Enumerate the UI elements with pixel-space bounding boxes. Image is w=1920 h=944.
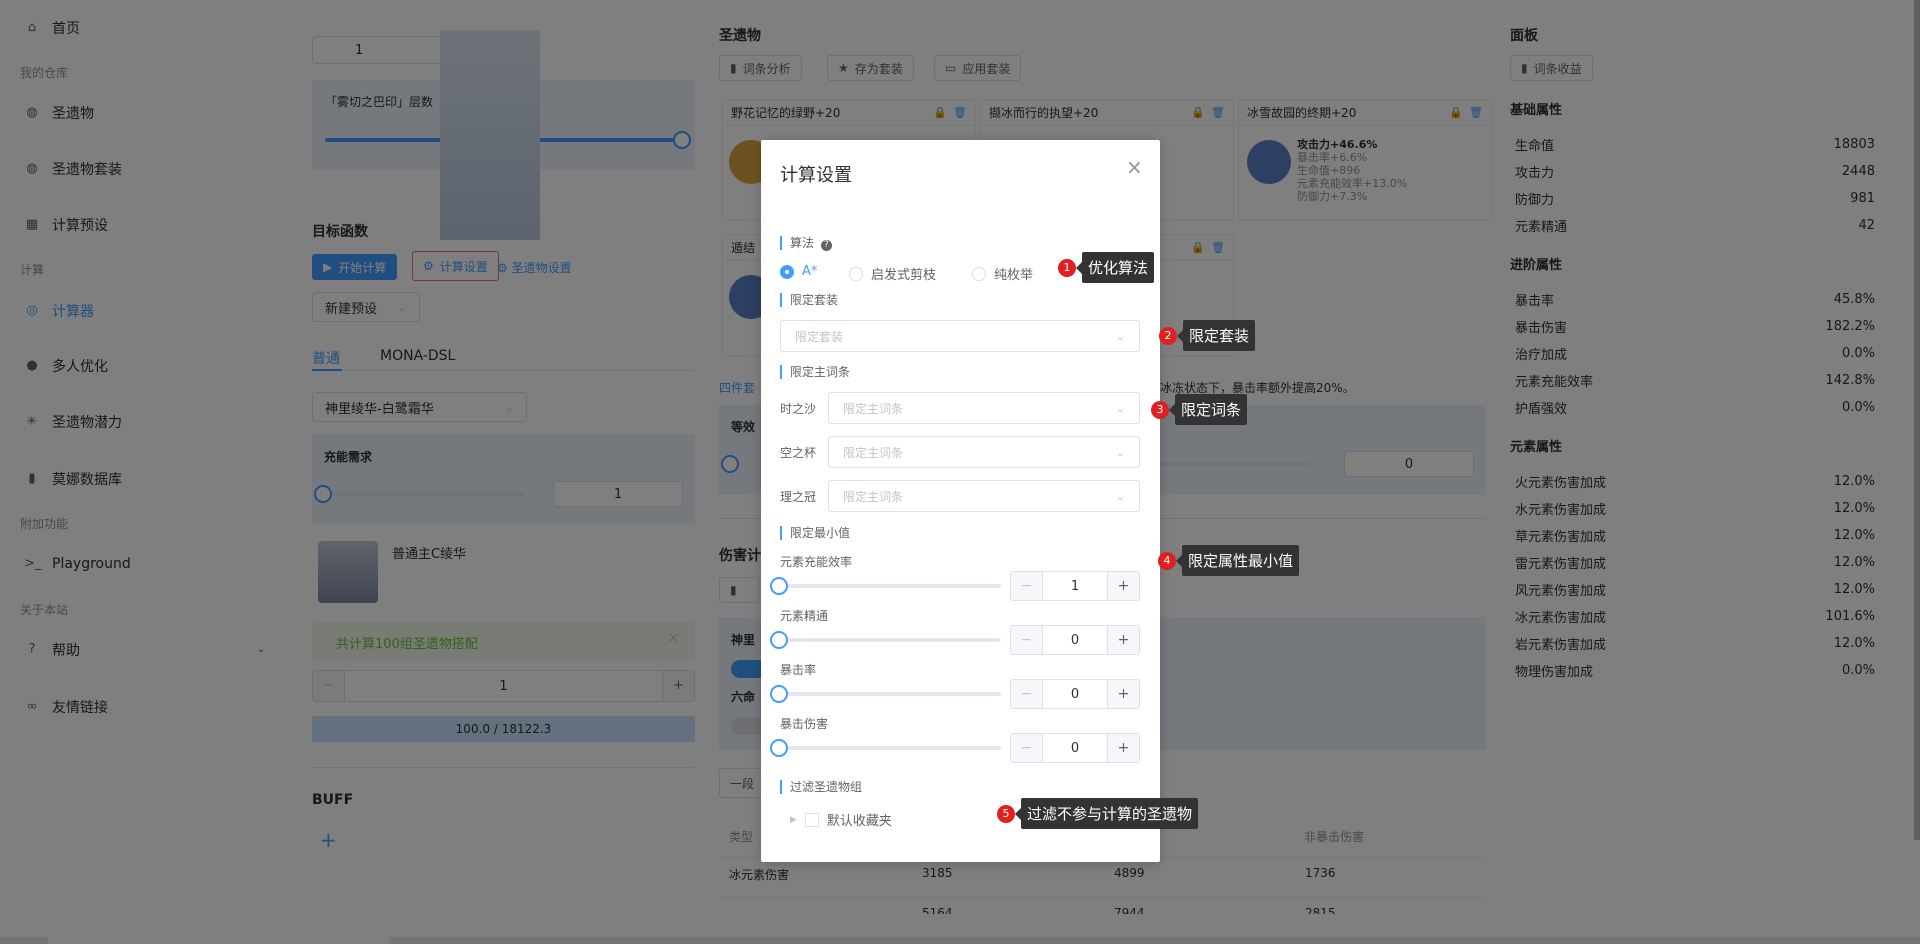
select-placeholder: 限定主词条	[843, 445, 904, 460]
annotation-filter: 5 过滤不参与计算的圣遗物	[997, 798, 1199, 829]
min-stepper[interactable]: − 0 +	[1010, 679, 1140, 709]
annotation-min: 4 限定属性最小值	[1158, 545, 1300, 576]
radio-heuristic[interactable]: 启发式剪枝	[849, 264, 936, 283]
plus-button[interactable]: +	[1107, 680, 1139, 708]
annotation-number: 1	[1058, 258, 1076, 277]
min-stat-label: 元素充能效率	[780, 555, 853, 569]
set-placeholder: 限定套装	[795, 329, 844, 344]
filter-label: 过滤圣遗物组	[780, 780, 862, 794]
plus-button[interactable]: +	[1107, 626, 1139, 654]
set-select[interactable]: 限定套装 ⌄	[780, 320, 1140, 352]
minus-button[interactable]: −	[1011, 734, 1043, 762]
radio-label: 纯枚举	[994, 268, 1034, 283]
min-stepper[interactable]: − 1 +	[1010, 571, 1140, 601]
checkbox[interactable]	[804, 812, 819, 827]
slot-label: 时之沙	[780, 402, 817, 416]
radio-dot	[780, 264, 794, 279]
circlet-select[interactable]: 限定主词条 ⌄	[828, 480, 1140, 512]
min-slider-handle[interactable]	[770, 685, 788, 703]
main-stat-label: 限定主词条	[780, 365, 850, 379]
min-slider-track	[780, 584, 1001, 588]
min-slider-track	[780, 638, 1001, 642]
annotation-main-stat: 3 限定词条	[1151, 394, 1248, 425]
radio-label: A*	[802, 264, 818, 279]
help-icon[interactable]: ?	[820, 240, 832, 251]
stepper-value: 0	[1070, 632, 1080, 648]
dialog-title: 计算设置	[780, 165, 852, 186]
min-stat-label: 暴击伤害	[780, 717, 829, 731]
radio-enumerate[interactable]: 纯枚举	[972, 264, 1033, 283]
min-slider-track	[780, 692, 1001, 696]
min-slider-track	[780, 746, 1001, 750]
stepper-value: 0	[1070, 686, 1080, 702]
annotation-text: 限定套装	[1176, 320, 1256, 351]
annotation-text: 限定属性最小值	[1175, 545, 1300, 576]
annotation-text: 限定词条	[1168, 394, 1248, 425]
calc-settings-dialog: 计算设置 × 算法 ? A* 启发式剪枝 纯枚举 限定套装 限定套装 ⌄ 限定主词…	[761, 140, 1160, 862]
select-placeholder: 限定主词条	[843, 489, 904, 504]
radio-dot	[849, 266, 863, 281]
annotation-number: 4	[1158, 551, 1176, 570]
goblet-select[interactable]: 限定主词条 ⌄	[828, 436, 1140, 468]
filter-tree-item[interactable]: ▶ 默认收藏夹	[790, 810, 892, 829]
filter-item-label: 默认收藏夹	[826, 814, 892, 829]
annotation-number: 2	[1159, 326, 1177, 345]
min-stat-label: 元素精通	[780, 609, 829, 623]
min-slider-handle[interactable]	[770, 577, 788, 595]
chevron-down-icon: ⌄	[1115, 401, 1125, 415]
annotation-number: 5	[997, 804, 1015, 823]
annotation-algo: 1 优化算法	[1058, 252, 1155, 283]
min-slider-handle[interactable]	[770, 631, 788, 649]
plus-button[interactable]: +	[1107, 572, 1139, 600]
stepper-value: 0	[1070, 740, 1080, 756]
chevron-down-icon: ⌄	[1115, 329, 1125, 343]
stepper-value: 1	[1070, 578, 1080, 594]
radio-astar[interactable]: A*	[780, 264, 817, 279]
chevron-down-icon: ⌄	[1115, 445, 1125, 459]
slot-label: 空之杯	[780, 446, 817, 460]
algo-label: 算法 ?	[780, 236, 832, 251]
minus-button[interactable]: −	[1011, 572, 1043, 600]
plus-button[interactable]: +	[1107, 734, 1139, 762]
annotation-text: 过滤不参与计算的圣遗物	[1014, 798, 1199, 829]
annotation-text: 优化算法	[1075, 252, 1155, 283]
annotation-set: 2 限定套装	[1159, 320, 1256, 351]
minus-button[interactable]: −	[1011, 626, 1043, 654]
sands-select[interactable]: 限定主词条 ⌄	[828, 392, 1140, 424]
radio-label: 启发式剪枝	[871, 268, 937, 283]
min-label: 限定最小值	[780, 526, 850, 540]
close-icon[interactable]: ×	[1126, 155, 1143, 179]
annotation-number: 3	[1151, 400, 1169, 419]
min-stat-label: 暴击率	[780, 663, 817, 677]
algo-label-text: 算法	[790, 236, 815, 250]
minus-button[interactable]: −	[1011, 680, 1043, 708]
radio-dot	[972, 266, 986, 281]
chevron-down-icon: ⌄	[1115, 489, 1125, 503]
min-stepper[interactable]: − 0 +	[1010, 625, 1140, 655]
min-slider-handle[interactable]	[770, 739, 788, 757]
min-stepper[interactable]: − 0 +	[1010, 733, 1140, 763]
set-label: 限定套装	[780, 293, 838, 307]
slot-label: 理之冠	[780, 490, 817, 504]
select-placeholder: 限定主词条	[843, 401, 904, 416]
caret-right-icon[interactable]: ▶	[790, 815, 797, 825]
